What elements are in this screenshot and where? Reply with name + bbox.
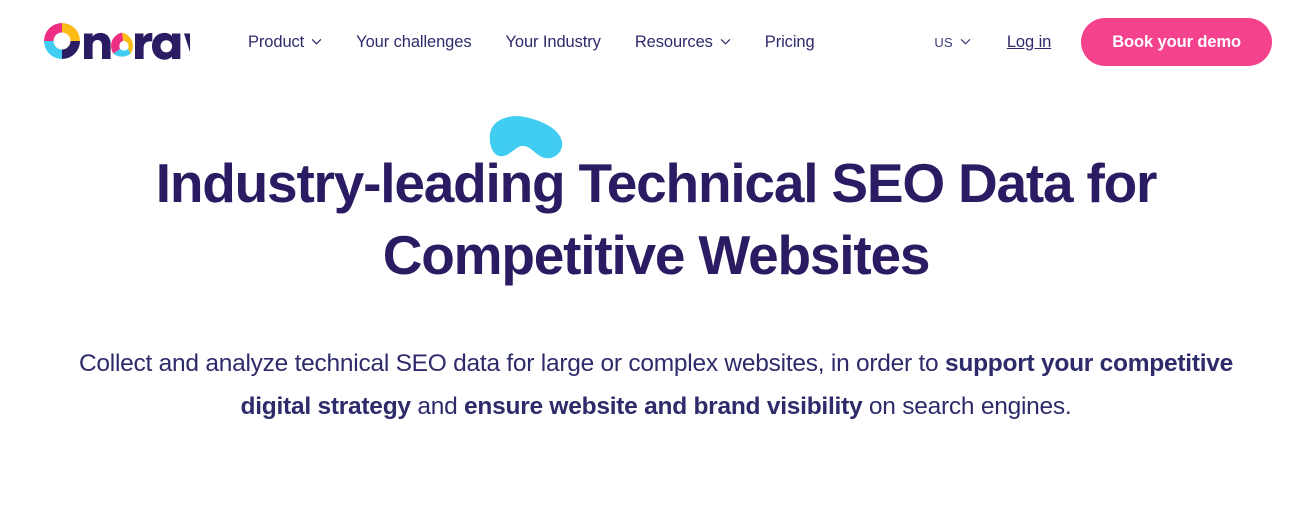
header-actions: US Log in Book your demo — [934, 17, 1272, 67]
hero-subtitle-part-3: on search engines. — [862, 392, 1072, 420]
nav-item-your-challenges[interactable]: Your challenges — [356, 33, 471, 52]
main-navigation: Product Your challenges Your Industry Re… — [248, 33, 815, 52]
hero-subtitle: Collect and analyze technical SEO data f… — [61, 343, 1251, 429]
hero-title-line-1: Industry-leading Technical SEO Data for — [155, 152, 1158, 214]
hero-title-line-2: Competitive Websites — [382, 223, 931, 286]
oncrawl-logo-mark — [44, 23, 190, 61]
oncrawl-logo[interactable] — [44, 23, 190, 61]
site-header: Product Your challenges Your Industry Re… — [0, 0, 1312, 84]
login-link[interactable]: Log in — [1007, 33, 1051, 52]
nav-item-pricing[interactable]: Pricing — [765, 33, 815, 52]
nav-item-your-industry[interactable]: Your Industry — [506, 33, 601, 52]
page-title: Industry-leading Technical SEO Data for … — [106, 148, 1206, 291]
nav-item-label: Resources — [634, 32, 713, 51]
hero-title-wrap: Industry-leading Technical SEO Data for … — [106, 116, 1206, 291]
nav-item-product[interactable]: Product — [248, 33, 322, 52]
nav-item-label: Your challenges — [356, 32, 472, 51]
hero-subtitle-part-2: and — [410, 392, 465, 420]
locale-label: US — [934, 34, 953, 50]
hero-section: Industry-leading Technical SEO Data for … — [0, 84, 1312, 429]
nav-item-label: Your Industry — [505, 32, 601, 51]
locale-switcher[interactable]: US — [934, 34, 971, 50]
nav-item-label: Pricing — [764, 32, 815, 51]
chevron-down-icon — [311, 36, 322, 47]
nav-item-label: Product — [248, 32, 305, 51]
chevron-down-icon — [720, 36, 731, 47]
book-demo-button[interactable]: Book your demo — [1081, 17, 1272, 67]
chevron-down-icon — [960, 36, 971, 47]
nav-item-resources[interactable]: Resources — [635, 33, 731, 52]
hero-subtitle-part-1: Collect and analyze technical SEO data f… — [78, 350, 945, 377]
hero-subtitle-bold-2: ensure website and brand visibility — [464, 392, 863, 420]
